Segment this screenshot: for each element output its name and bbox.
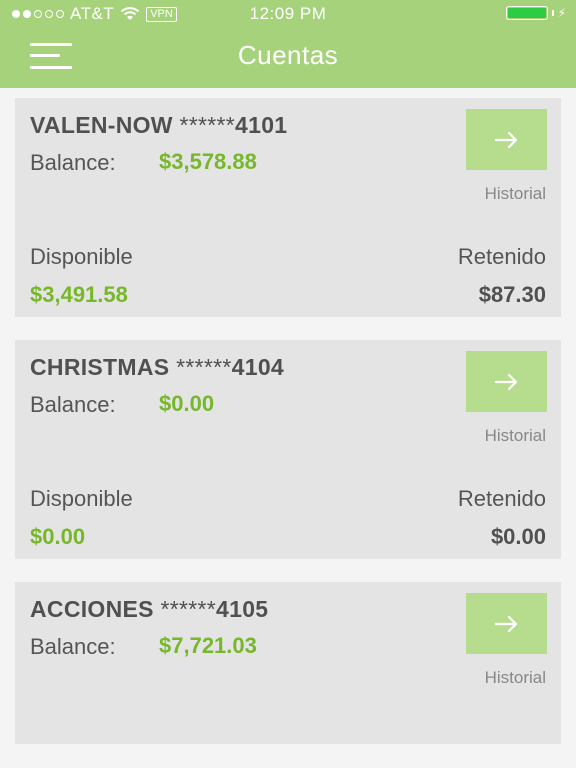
- balance-label: Balance:: [30, 150, 116, 175]
- disponible-label: Disponible: [30, 244, 133, 269]
- historial-link[interactable]: Historial: [485, 184, 546, 204]
- balance-value: $7,721.03: [159, 633, 257, 658]
- account-name: VALEN-NOW ******4101: [30, 112, 287, 139]
- app-header: AT&T VPN 12:09 PM ⚡ Cuentas: [0, 0, 576, 88]
- account-number: 4101: [235, 112, 288, 138]
- account-name-text: VALEN-NOW: [30, 112, 173, 138]
- account-mask: ******: [160, 596, 217, 622]
- status-right: ⚡: [505, 6, 566, 20]
- charging-icon: ⚡: [557, 6, 566, 20]
- account-detail-button[interactable]: [466, 593, 547, 654]
- historial-link[interactable]: Historial: [485, 668, 546, 688]
- historial-link[interactable]: Historial: [485, 426, 546, 446]
- retenido-value: $87.30: [478, 282, 546, 307]
- account-number: 4105: [216, 596, 269, 622]
- account-name: ACCIONES ******4105: [30, 596, 268, 623]
- account-card-christmas: CHRISTMAS ******4104 Balance: $0.00 Hist…: [15, 340, 561, 559]
- battery-icon: [505, 6, 548, 20]
- page-title: Cuentas: [237, 40, 339, 70]
- account-detail-button[interactable]: [466, 109, 547, 170]
- status-time: 12:09 PM: [249, 4, 327, 23]
- disponible-label: Disponible: [30, 486, 133, 511]
- battery-tip: [551, 10, 554, 16]
- arrow-right-icon: [494, 131, 517, 148]
- balance-label: Balance:: [30, 392, 116, 417]
- balance-value: $0.00: [159, 391, 215, 416]
- account-name-text: CHRISTMAS: [30, 354, 170, 380]
- account-name-text: ACCIONES: [30, 596, 154, 622]
- account-card-acciones: ACCIONES ******4105 Balance: $7,721.03 H…: [15, 582, 561, 744]
- retenido-label: Retenido: [457, 244, 546, 269]
- account-name: CHRISTMAS ******4104: [30, 354, 284, 381]
- disponible-value: $0.00: [30, 524, 86, 549]
- arrow-right-icon: [494, 615, 517, 632]
- status-bar: AT&T VPN 12:09 PM ⚡: [0, 0, 576, 28]
- account-card-valen-now: VALEN-NOW ******4101 Balance: $3,578.88 …: [15, 98, 561, 317]
- balance-value: $3,578.88: [159, 149, 257, 174]
- account-number: 4104: [231, 354, 285, 380]
- arrow-right-icon: [494, 373, 517, 390]
- retenido-value: $0.00: [490, 524, 546, 549]
- account-detail-button[interactable]: [466, 351, 547, 412]
- account-mask: ******: [176, 354, 232, 380]
- balance-label: Balance:: [30, 634, 116, 659]
- retenido-label: Retenido: [457, 486, 546, 511]
- disponible-value: $3,491.58: [30, 282, 128, 307]
- account-mask: ******: [179, 112, 236, 138]
